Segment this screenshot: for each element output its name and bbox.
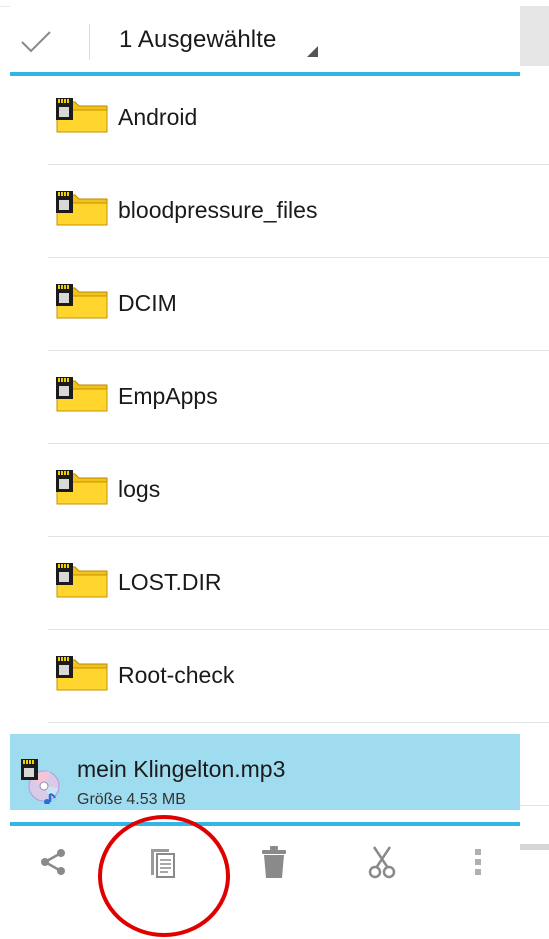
folder-name: bloodpressure_files	[118, 197, 318, 223]
file-size-label: Größe	[77, 791, 123, 808]
audio-file-icon	[21, 759, 60, 804]
file-list: Android bloodpressure_files DCIM EmpApps…	[0, 72, 549, 723]
sd-card-folder-icon	[56, 191, 108, 226]
list-divider	[520, 805, 549, 806]
list-item[interactable]: DCIM	[48, 258, 549, 351]
list-item[interactable]: bloodpressure_files	[48, 165, 549, 258]
folder-name: EmpApps	[118, 383, 218, 409]
share-icon	[41, 849, 65, 875]
share-button[interactable]	[23, 838, 83, 886]
scissors-icon	[368, 846, 396, 879]
file-manager-screen: 1 Ausgewählte Android bloodpressure_file…	[0, 0, 549, 939]
sd-card-folder-icon	[56, 656, 108, 691]
overflow-menu-button[interactable]	[448, 838, 508, 886]
checkmark-icon	[21, 31, 51, 53]
bottom-action-bar	[10, 822, 520, 896]
copy-button[interactable]	[132, 838, 192, 886]
list-item[interactable]: LOST.DIR	[48, 537, 549, 630]
done-divider	[89, 24, 90, 60]
sd-card-folder-icon	[56, 284, 108, 319]
list-item[interactable]: Android	[48, 72, 549, 165]
folder-name: DCIM	[118, 290, 177, 316]
folder-name: Root-check	[118, 662, 235, 688]
overflow-menu-icon	[475, 849, 481, 875]
corner-triangle-icon[interactable]	[307, 46, 318, 57]
actionbar-overflow-edge	[520, 6, 549, 66]
sd-card-folder-icon	[56, 470, 108, 505]
selected-file-row[interactable]: mein Klingelton.mp3 Größe 4.53 MB	[10, 734, 520, 810]
list-item[interactable]: Root-check	[48, 630, 549, 723]
selection-count-label[interactable]: 1 Ausgewählte	[119, 26, 276, 54]
contextual-action-bar: 1 Ausgewählte	[10, 6, 520, 76]
bottom-bar-edge	[520, 844, 549, 850]
file-size: Größe 4.53 MB	[77, 791, 186, 809]
delete-button[interactable]	[244, 838, 304, 886]
file-name: mein Klingelton.mp3	[77, 756, 286, 782]
folder-name: logs	[118, 476, 161, 502]
folder-name: Android	[118, 104, 198, 130]
cut-button[interactable]	[352, 838, 412, 886]
sd-card-folder-icon	[56, 563, 108, 598]
copy-icon	[151, 849, 175, 878]
done-button[interactable]	[10, 20, 62, 64]
sd-card-folder-icon	[56, 377, 108, 412]
list-item[interactable]: logs	[48, 444, 549, 537]
sd-card-folder-icon	[56, 98, 108, 133]
file-size-value: 4.53 MB	[126, 791, 186, 808]
list-item[interactable]: EmpApps	[48, 351, 549, 444]
trash-icon	[262, 846, 286, 878]
folder-name: LOST.DIR	[118, 569, 222, 595]
